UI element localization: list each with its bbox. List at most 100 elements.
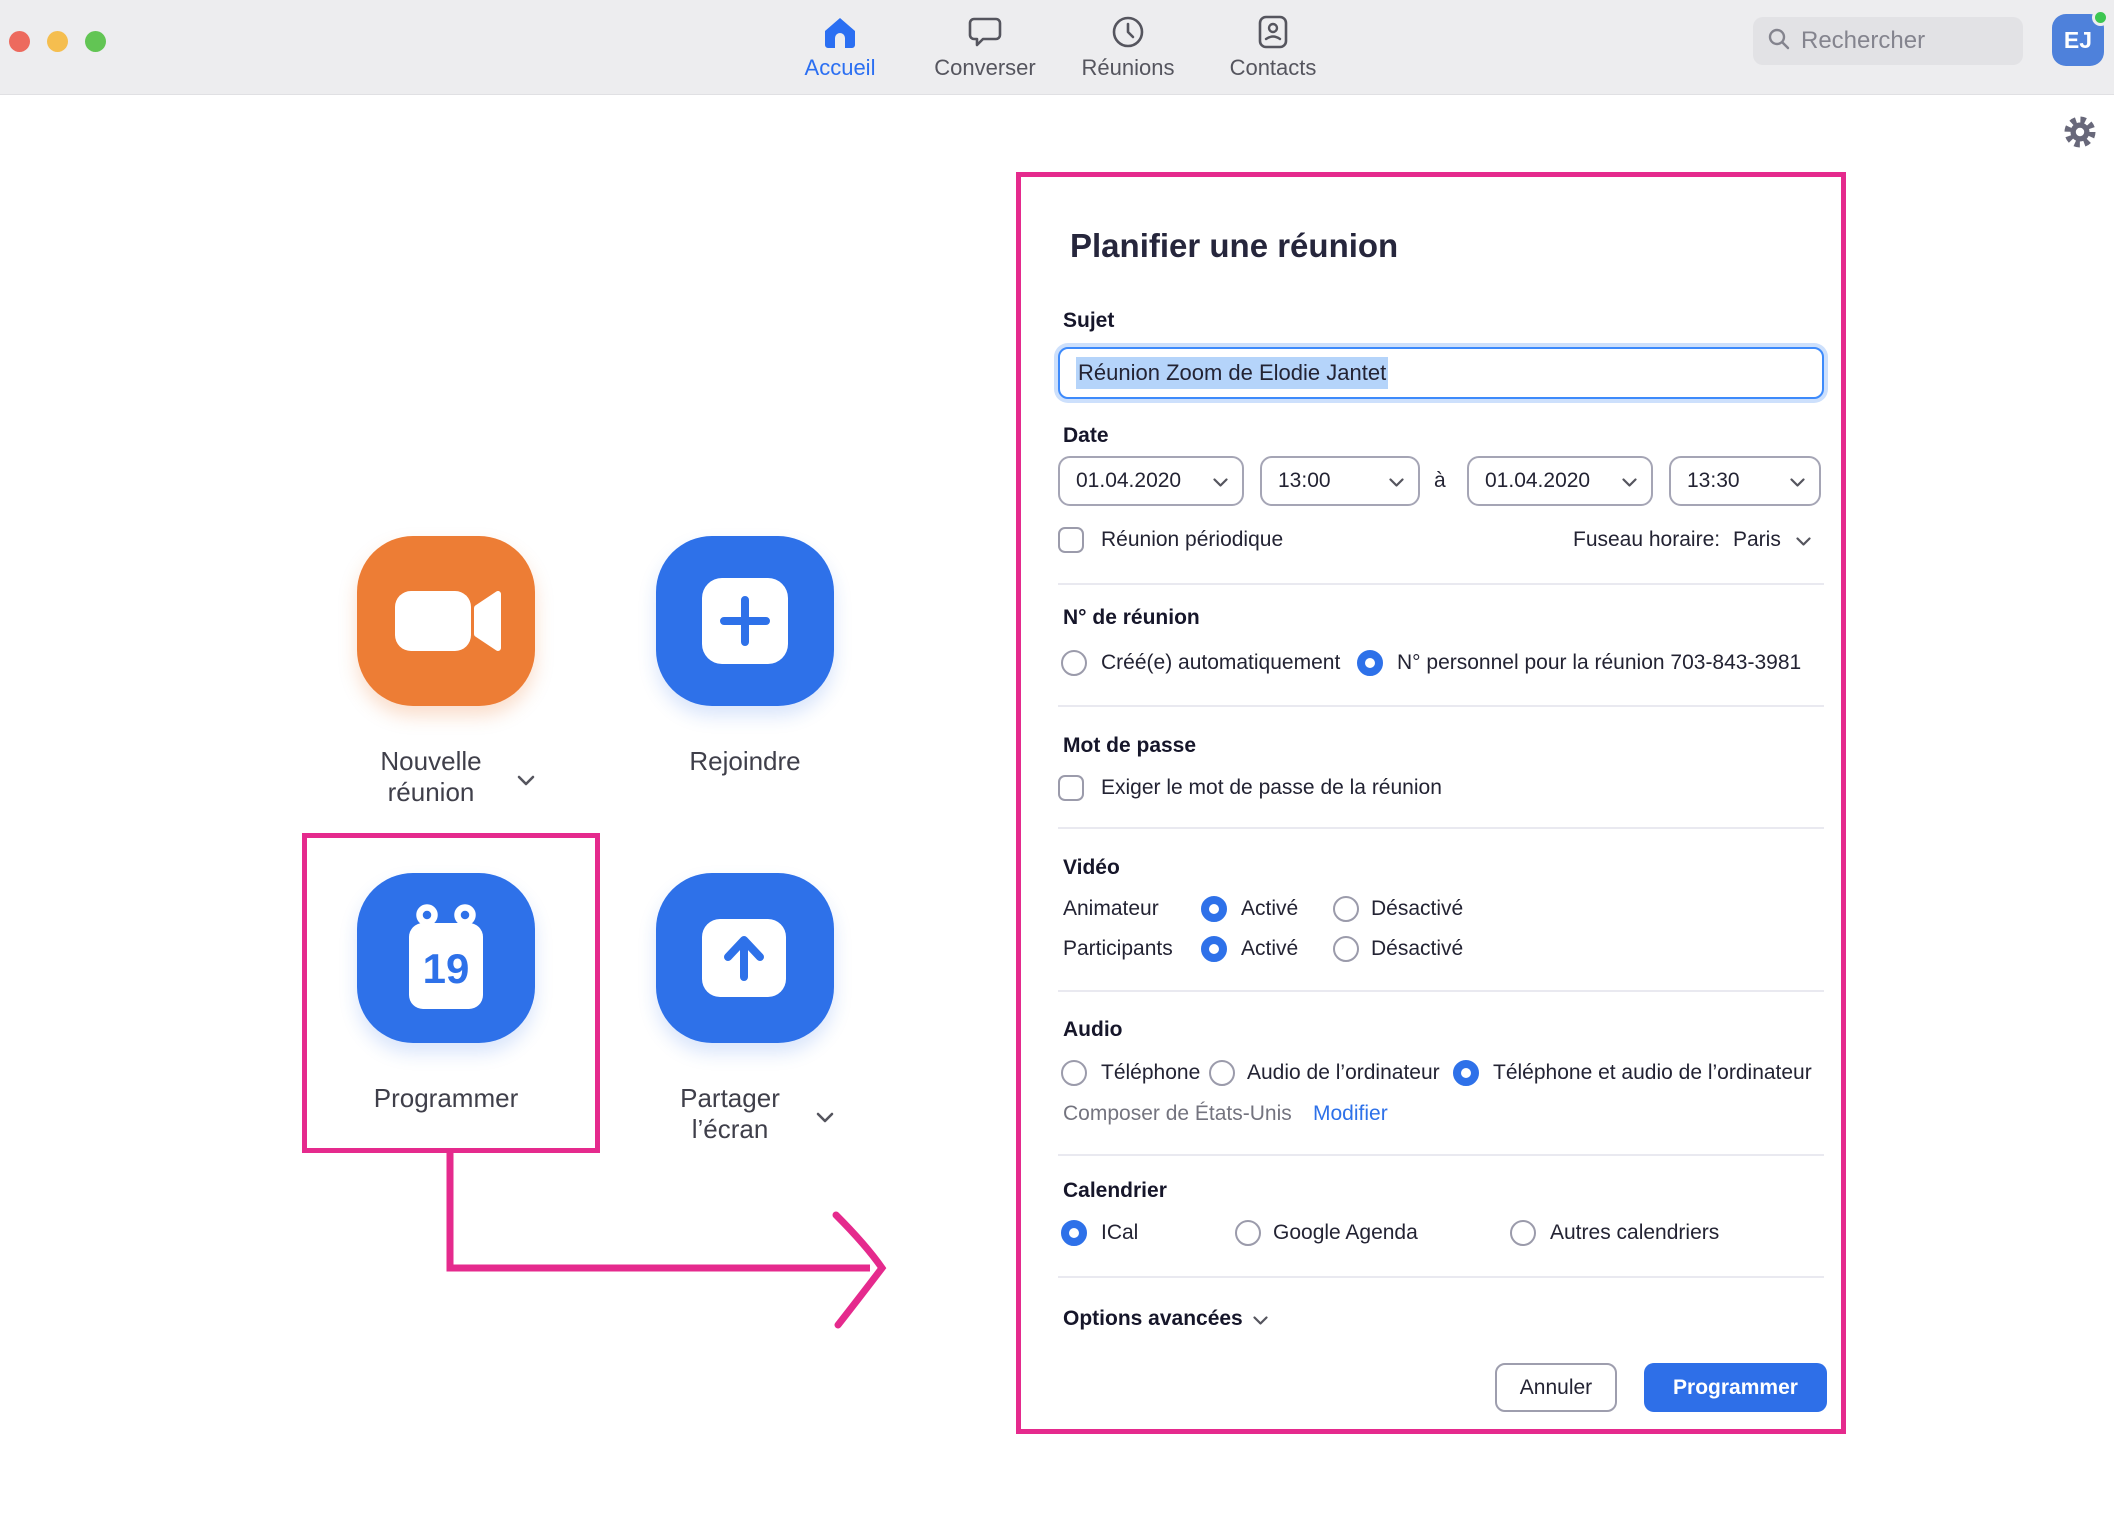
join-button[interactable]: Rejoindre bbox=[656, 536, 834, 777]
audio-computer-radio[interactable] bbox=[1209, 1060, 1235, 1086]
divider bbox=[1058, 705, 1824, 707]
dialog-title: Planifier une réunion bbox=[1070, 227, 1398, 265]
chevron-down-icon bbox=[1253, 1307, 1268, 1331]
divider bbox=[1058, 827, 1824, 829]
cancel-button[interactable]: Annuler bbox=[1495, 1363, 1617, 1412]
host-video-off-radio[interactable] bbox=[1333, 896, 1359, 922]
window-minimize-button[interactable] bbox=[47, 31, 68, 52]
start-time-dropdown[interactable]: 13:00 bbox=[1260, 456, 1420, 506]
password-label: Mot de passe bbox=[1063, 734, 1196, 758]
date-label: Date bbox=[1063, 424, 1109, 448]
timezone-dropdown[interactable]: Paris bbox=[1733, 528, 1781, 552]
meeting-id-row: Créé(e) automatiquement N° personnel pou… bbox=[1021, 650, 1851, 676]
audio-both-label: Téléphone et audio de l’ordinateur bbox=[1493, 1061, 1812, 1085]
audio-phone-radio[interactable] bbox=[1061, 1060, 1087, 1086]
settings-gear-icon[interactable] bbox=[2062, 114, 2098, 155]
modify-link[interactable]: Modifier bbox=[1313, 1102, 1388, 1126]
audio-options-row: Téléphone Audio de l’ordinateur Téléphon… bbox=[1021, 1060, 1851, 1086]
auto-generated-label: Créé(e) automatiquement bbox=[1101, 651, 1340, 675]
chevron-down-icon[interactable] bbox=[816, 1099, 834, 1130]
avatar-initials: EJ bbox=[2064, 27, 2092, 54]
ical-radio[interactable] bbox=[1061, 1220, 1087, 1246]
audio-computer-label: Audio de l’ordinateur bbox=[1247, 1061, 1440, 1085]
advanced-options-row[interactable]: Options avancées bbox=[1021, 1305, 1851, 1333]
end-date-value: 01.04.2020 bbox=[1485, 469, 1590, 493]
video-host-row: Animateur Activé Désactivé bbox=[1021, 896, 1851, 922]
video-camera-icon bbox=[357, 536, 535, 706]
divider bbox=[1058, 1154, 1824, 1156]
date-separator: à bbox=[1434, 469, 1446, 493]
annotation-box-programmer bbox=[302, 833, 600, 1153]
other-calendars-radio[interactable] bbox=[1510, 1220, 1536, 1246]
google-calendar-radio[interactable] bbox=[1235, 1220, 1261, 1246]
audio-phone-label: Téléphone bbox=[1101, 1061, 1200, 1085]
host-label: Animateur bbox=[1063, 897, 1159, 921]
tab-converser[interactable]: Converser bbox=[920, 10, 1050, 88]
require-password-label: Exiger le mot de passe de la réunion bbox=[1101, 776, 1442, 800]
dial-in-row: Composer de États-Unis Modifier bbox=[1021, 1101, 1851, 1127]
tab-label: Converser bbox=[920, 55, 1050, 81]
dialog-footer: Annuler Programmer bbox=[1021, 1363, 1851, 1412]
ical-label: ICal bbox=[1101, 1221, 1138, 1245]
host-video-on-label: Activé bbox=[1241, 897, 1298, 921]
end-date-dropdown[interactable]: 01.04.2020 bbox=[1467, 456, 1653, 506]
contact-card-icon bbox=[1208, 10, 1338, 50]
tab-contacts[interactable]: Contacts bbox=[1208, 10, 1338, 88]
video-label: Vidéo bbox=[1063, 856, 1120, 880]
tab-accueil[interactable]: Accueil bbox=[775, 10, 905, 88]
chevron-down-icon bbox=[1389, 469, 1404, 493]
divider bbox=[1058, 583, 1824, 585]
subject-label: Sujet bbox=[1063, 309, 1114, 333]
annotation-arrow bbox=[430, 1140, 910, 1345]
recurring-meeting-checkbox[interactable] bbox=[1058, 527, 1084, 553]
video-participants-row: Participants Activé Désactivé bbox=[1021, 936, 1851, 962]
clock-icon bbox=[1063, 10, 1193, 50]
auto-generated-radio[interactable] bbox=[1061, 650, 1087, 676]
share-screen-button[interactable]: Partager l’écran bbox=[656, 873, 834, 1145]
timezone-label: Fuseau horaire: bbox=[1573, 528, 1720, 552]
start-date-dropdown[interactable]: 01.04.2020 bbox=[1058, 456, 1244, 506]
schedule-meeting-dialog: Planifier une réunion Sujet Réunion Zoom… bbox=[1016, 172, 1846, 1434]
recurring-timezone-row: Réunion périodique Fuseau horaire: Paris bbox=[1021, 527, 1851, 553]
avatar[interactable]: EJ bbox=[2052, 14, 2104, 66]
new-meeting-button[interactable]: Nouvelle réunion bbox=[357, 536, 535, 808]
calendar-label: Calendrier bbox=[1063, 1179, 1167, 1203]
personal-meeting-id-radio[interactable] bbox=[1357, 650, 1383, 676]
chevron-down-icon bbox=[1213, 469, 1228, 493]
search-input[interactable]: Rechercher bbox=[1753, 17, 2023, 65]
participants-video-on-radio[interactable] bbox=[1201, 936, 1227, 962]
window-zoom-button[interactable] bbox=[85, 31, 106, 52]
host-video-on-radio[interactable] bbox=[1201, 896, 1227, 922]
chevron-down-icon[interactable] bbox=[517, 762, 535, 793]
chevron-down-icon[interactable] bbox=[1796, 528, 1811, 552]
audio-label: Audio bbox=[1063, 1018, 1122, 1042]
subject-value: Réunion Zoom de Elodie Jantet bbox=[1076, 357, 1388, 389]
participants-video-off-radio[interactable] bbox=[1333, 936, 1359, 962]
google-calendar-label: Google Agenda bbox=[1273, 1221, 1418, 1245]
divider bbox=[1058, 990, 1824, 992]
share-screen-arrow-icon bbox=[656, 873, 834, 1043]
tab-label: Contacts bbox=[1208, 55, 1338, 81]
host-video-off-label: Désactivé bbox=[1371, 897, 1463, 921]
chat-bubble-icon bbox=[920, 10, 1050, 50]
recurring-meeting-label: Réunion périodique bbox=[1101, 528, 1283, 552]
start-date-value: 01.04.2020 bbox=[1076, 469, 1181, 493]
subject-input[interactable]: Réunion Zoom de Elodie Jantet bbox=[1058, 347, 1824, 399]
end-time-dropdown[interactable]: 13:30 bbox=[1669, 456, 1821, 506]
search-placeholder: Rechercher bbox=[1801, 27, 1925, 55]
meeting-id-label: N° de réunion bbox=[1063, 606, 1200, 630]
date-time-row: 01.04.2020 13:00 à 01.04.2020 13:30 bbox=[1021, 456, 1851, 506]
action-label: Partager l’écran bbox=[656, 1083, 804, 1145]
schedule-submit-button[interactable]: Programmer bbox=[1644, 1363, 1827, 1412]
password-row: Exiger le mot de passe de la réunion bbox=[1021, 775, 1851, 801]
end-time-value: 13:30 bbox=[1687, 469, 1740, 493]
divider bbox=[1058, 1276, 1824, 1278]
window-close-button[interactable] bbox=[9, 31, 30, 52]
chevron-down-icon bbox=[1790, 469, 1805, 493]
presence-dot bbox=[2092, 9, 2109, 26]
tab-reunions[interactable]: Réunions bbox=[1063, 10, 1193, 88]
start-time-value: 13:00 bbox=[1278, 469, 1331, 493]
audio-both-radio[interactable] bbox=[1453, 1060, 1479, 1086]
require-password-checkbox[interactable] bbox=[1058, 775, 1084, 801]
calendar-options-row: ICal Google Agenda Autres calendriers bbox=[1021, 1220, 1851, 1246]
